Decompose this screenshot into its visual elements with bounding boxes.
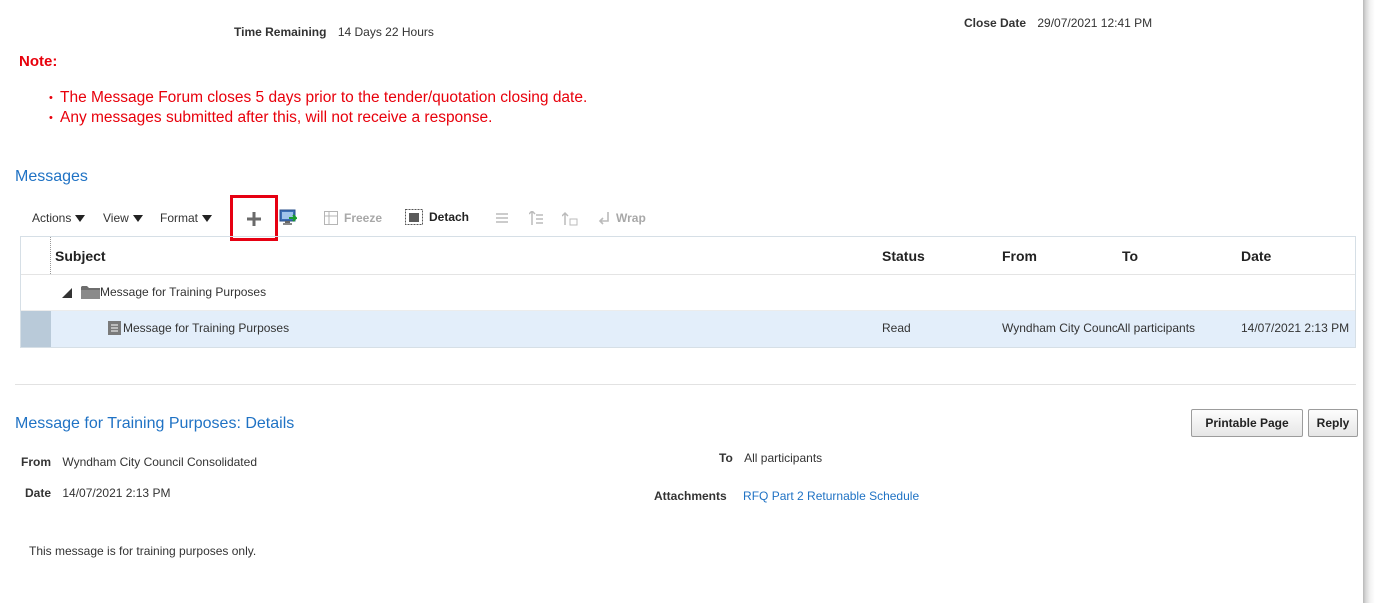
date-cell: 14/07/2021 2:13 PM <box>1241 321 1350 335</box>
message-document-icon <box>108 321 121 338</box>
date-value: 14/07/2021 2:13 PM <box>62 486 171 500</box>
time-remaining: Time Remaining 14 Days 22 Hours <box>234 25 434 39</box>
time-remaining-label: Time Remaining <box>234 25 327 39</box>
expand-rows-icon <box>528 209 543 225</box>
freeze-icon <box>324 211 338 225</box>
collapse-rows-icon <box>496 213 508 223</box>
collapse-all-button[interactable] <box>495 212 509 229</box>
reply-button[interactable]: Reply <box>1308 409 1358 437</box>
expand-all-button[interactable] <box>528 209 543 229</box>
attachment-link[interactable]: RFQ Part 2 Returnable Schedule <box>743 489 919 503</box>
move-rows-icon <box>561 211 578 226</box>
column-header-subject[interactable]: Subject <box>55 237 106 275</box>
from-value: Wyndham City Council Consolidated <box>62 455 257 469</box>
freeze-button[interactable]: Freeze <box>324 211 382 225</box>
export-monitor-icon <box>279 209 297 225</box>
bullet-icon: • <box>49 92 53 104</box>
wrap-label: Wrap <box>616 211 646 225</box>
detail-attachments: Attachments RFQ Part 2 Returnable Schedu… <box>654 489 919 503</box>
note-title: Note: <box>19 53 58 70</box>
section-divider <box>15 384 1356 385</box>
subject-cell: Message for Training Purposes <box>123 321 290 335</box>
note-item-text: Any messages submitted after this, will … <box>60 109 493 126</box>
note-list: • The Message Forum closes 5 days prior t… <box>49 88 587 128</box>
note-item: • Any messages submitted after this, will… <box>49 108 587 128</box>
date-label: Date <box>25 486 52 500</box>
wrap-icon <box>598 212 609 225</box>
close-date-value: 29/07/2021 12:41 PM <box>1037 16 1153 30</box>
note-item: • The Message Forum closes 5 days prior t… <box>49 88 587 108</box>
collapse-triangle-icon[interactable] <box>62 287 72 301</box>
header-divider <box>21 274 1355 275</box>
detail-from: From Wyndham City Council Consolidated <box>21 455 257 469</box>
column-header-status[interactable]: Status <box>882 237 925 275</box>
note-item-text: The Message Forum closes 5 days prior to… <box>60 89 588 106</box>
from-label: From <box>21 455 51 469</box>
window-edge-shadow <box>1363 0 1375 603</box>
actions-menu[interactable]: Actions <box>32 211 86 225</box>
close-date-label: Close Date <box>964 16 1027 30</box>
printable-page-button[interactable]: Printable Page <box>1191 409 1303 437</box>
format-menu-label: Format <box>160 211 199 225</box>
to-label: To <box>719 451 733 465</box>
view-menu-label: View <box>103 211 129 225</box>
message-body: This message is for training purposes on… <box>29 544 257 558</box>
row-selector[interactable] <box>21 311 51 347</box>
export-button[interactable] <box>279 209 297 227</box>
format-menu[interactable]: Format <box>160 211 213 225</box>
messages-section-title: Messages <box>15 168 88 185</box>
dropdown-arrow-icon <box>202 214 213 222</box>
dropdown-arrow-icon <box>132 214 143 222</box>
freeze-label: Freeze <box>344 211 383 225</box>
messages-table: Subject Status From To Date Message for … <box>20 236 1356 348</box>
attachments-label: Attachments <box>654 489 727 503</box>
details-section-title: Message for Training Purposes: Details <box>15 415 295 432</box>
column-header-date[interactable]: Date <box>1241 237 1271 275</box>
detach-label: Detach <box>429 210 470 224</box>
bullet-icon: • <box>49 112 53 124</box>
to-value: All participants <box>744 451 823 465</box>
close-date: Close Date 29/07/2021 12:41 PM <box>964 16 1152 30</box>
detach-button[interactable]: Detach <box>405 209 469 225</box>
to-cell: All participants <box>1117 321 1196 335</box>
row-header-column <box>21 237 51 274</box>
from-cell: Wyndham City Council Consolidated <box>1002 321 1117 335</box>
detail-to: To All participants <box>719 451 822 465</box>
subject-cell: Message for Training Purposes <box>100 285 267 299</box>
dropdown-arrow-icon <box>75 214 86 222</box>
view-menu[interactable]: View <box>103 211 143 225</box>
scroll-to-first-button[interactable] <box>561 211 578 229</box>
detach-icon <box>405 209 423 225</box>
column-header-to[interactable]: To <box>1122 237 1138 275</box>
detail-date: Date 14/07/2021 2:13 PM <box>25 486 170 500</box>
time-remaining-value: 14 Days 22 Hours <box>337 25 434 39</box>
folder-icon <box>81 285 100 302</box>
wrap-button[interactable]: Wrap <box>597 211 646 225</box>
column-header-from[interactable]: From <box>1002 237 1037 275</box>
highlight-box <box>230 195 278 241</box>
actions-menu-label: Actions <box>32 211 72 225</box>
status-cell: Read <box>882 321 911 335</box>
